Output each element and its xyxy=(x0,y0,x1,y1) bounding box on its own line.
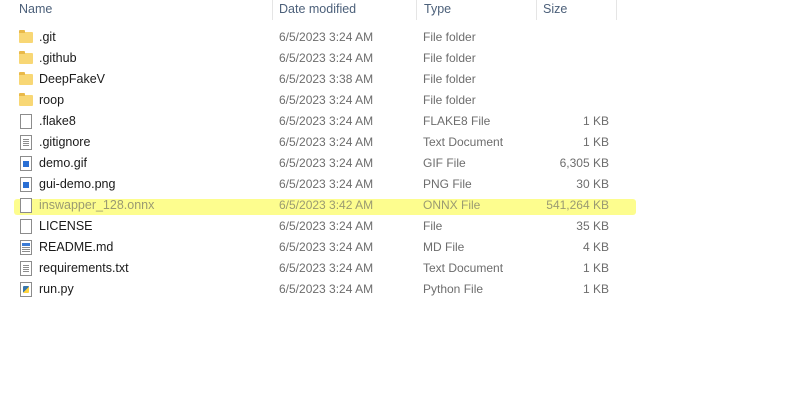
file-name: .gitignore xyxy=(39,135,91,149)
file-type: Python File xyxy=(423,282,484,296)
file-date-modified: 6/5/2023 3:24 AM xyxy=(279,51,374,65)
file-row[interactable]: .github 6/5/2023 3:24 AM File folder xyxy=(0,48,790,69)
file-size: 1 KB xyxy=(582,282,609,296)
folder-icon xyxy=(19,51,33,66)
file-name: .flake8 xyxy=(39,114,76,128)
file-type: FLAKE8 File xyxy=(423,114,491,128)
file-name: requirements.txt xyxy=(39,261,129,275)
file-name: gui-demo.png xyxy=(39,177,116,191)
image-file-icon xyxy=(19,156,33,171)
folder-icon xyxy=(19,72,33,87)
file-date-modified: 6/5/2023 3:24 AM xyxy=(279,177,374,191)
file-type: ONNX File xyxy=(423,198,481,212)
file-date-modified: 6/5/2023 3:38 AM xyxy=(279,72,374,86)
file-list: .git 6/5/2023 3:24 AM File folder .githu… xyxy=(0,27,790,300)
file-type: Text Document xyxy=(423,135,504,149)
python-file-icon xyxy=(19,282,33,297)
file-row[interactable]: .gitignore 6/5/2023 3:24 AM Text Documen… xyxy=(0,132,790,153)
file-row[interactable]: run.py 6/5/2023 3:24 AM Python File 1 KB xyxy=(0,279,790,300)
column-header-size[interactable]: Size xyxy=(543,0,567,20)
file-size: 1 KB xyxy=(582,261,609,275)
file-size: 4 KB xyxy=(582,240,609,254)
file-name: inswapper_128.onnx xyxy=(39,198,155,212)
file-type: File xyxy=(423,219,443,233)
file-type: File folder xyxy=(423,30,476,44)
file-type: File folder xyxy=(423,72,476,86)
file-date-modified: 6/5/2023 3:24 AM xyxy=(279,261,374,275)
file-date-modified: 6/5/2023 3:24 AM xyxy=(279,114,374,128)
file-date-modified: 6/5/2023 3:24 AM xyxy=(279,156,374,170)
file-name: .github xyxy=(39,51,77,65)
file-size: 30 KB xyxy=(576,177,609,191)
file-name: roop xyxy=(39,93,65,107)
column-header-type[interactable]: Type xyxy=(424,0,451,20)
column-divider[interactable] xyxy=(536,0,537,20)
file-size: 35 KB xyxy=(576,219,609,233)
file-type: Text Document xyxy=(423,261,504,275)
file-type: PNG File xyxy=(423,177,472,191)
file-date-modified: 6/5/2023 3:24 AM xyxy=(279,240,374,254)
file-row[interactable]: requirements.txt 6/5/2023 3:24 AM Text D… xyxy=(0,258,790,279)
file-name: .git xyxy=(39,30,56,44)
file-name: README.md xyxy=(39,240,114,254)
file-name: LICENSE xyxy=(39,219,93,233)
file-date-modified: 6/5/2023 3:24 AM xyxy=(279,282,374,296)
file-type: MD File xyxy=(423,240,465,254)
column-header-date-modified[interactable]: Date modified xyxy=(279,0,356,20)
file-type: File folder xyxy=(423,51,476,65)
file-date-modified: 6/5/2023 3:24 AM xyxy=(279,93,374,107)
file-icon xyxy=(19,198,33,213)
column-header-bar: Name Date modified Type Size xyxy=(0,0,790,20)
file-icon xyxy=(19,219,33,234)
file-name: run.py xyxy=(39,282,74,296)
file-icon xyxy=(19,114,33,129)
file-date-modified: 6/5/2023 3:24 AM xyxy=(279,135,374,149)
file-type: File folder xyxy=(423,93,476,107)
markdown-file-icon xyxy=(19,240,33,255)
column-header-name[interactable]: Name xyxy=(19,0,52,20)
file-row[interactable]: LICENSE 6/5/2023 3:24 AM File 35 KB xyxy=(0,216,790,237)
file-explorer-details-view: Name Date modified Type Size .git 6/5/20… xyxy=(0,0,790,405)
file-name: DeepFakeV xyxy=(39,72,106,86)
image-file-icon xyxy=(19,177,33,192)
text-file-icon xyxy=(19,261,33,276)
file-type: GIF File xyxy=(423,156,466,170)
file-date-modified: 6/5/2023 3:24 AM xyxy=(279,219,374,233)
file-date-modified: 6/5/2023 3:24 AM xyxy=(279,30,374,44)
file-size: 1 KB xyxy=(582,114,609,128)
text-file-icon xyxy=(19,135,33,150)
file-row[interactable]: DeepFakeV 6/5/2023 3:38 AM File folder xyxy=(0,69,790,90)
file-size: 1 KB xyxy=(582,135,609,149)
file-row[interactable]: gui-demo.png 6/5/2023 3:24 AM PNG File 3… xyxy=(0,174,790,195)
file-row[interactable]: roop 6/5/2023 3:24 AM File folder xyxy=(0,90,790,111)
file-row[interactable]: README.md 6/5/2023 3:24 AM MD File 4 KB xyxy=(0,237,790,258)
file-row[interactable]: .flake8 6/5/2023 3:24 AM FLAKE8 File 1 K… xyxy=(0,111,790,132)
file-name: demo.gif xyxy=(39,156,87,170)
column-divider[interactable] xyxy=(272,0,273,20)
file-size: 541,264 KB xyxy=(546,198,609,212)
file-row[interactable]: .git 6/5/2023 3:24 AM File folder xyxy=(0,27,790,48)
folder-icon xyxy=(19,93,33,108)
file-row[interactable]: demo.gif 6/5/2023 3:24 AM GIF File 6,305… xyxy=(0,153,790,174)
folder-icon xyxy=(19,30,33,45)
file-date-modified: 6/5/2023 3:42 AM xyxy=(279,198,374,212)
column-divider[interactable] xyxy=(616,0,617,20)
file-row-highlighted[interactable]: inswapper_128.onnx 6/5/2023 3:42 AM ONNX… xyxy=(0,195,790,216)
column-divider[interactable] xyxy=(416,0,417,20)
file-size: 6,305 KB xyxy=(559,156,609,170)
